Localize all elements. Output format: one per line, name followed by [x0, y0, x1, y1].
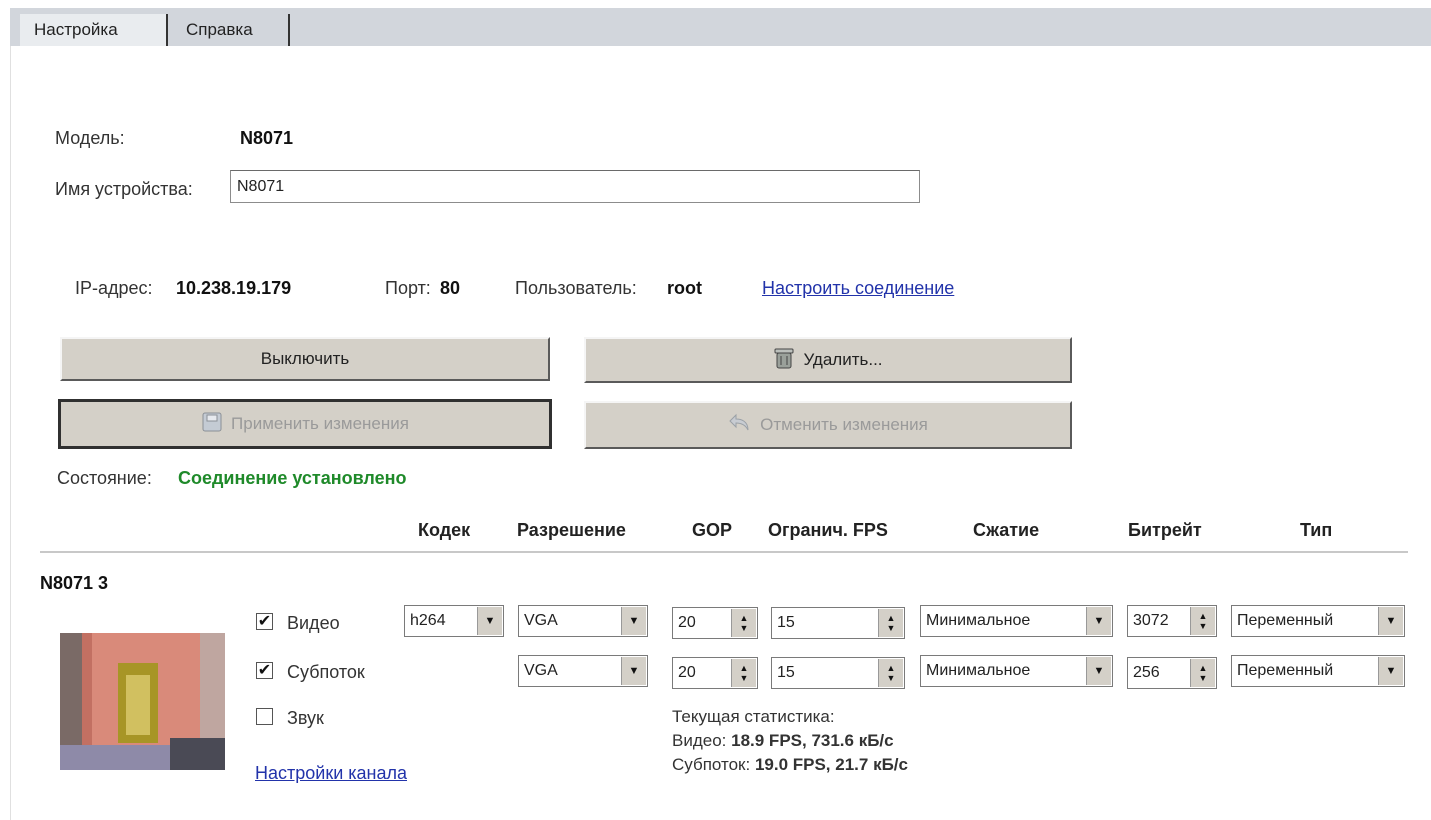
substream-resolution-select[interactable]: VGA ▼ — [518, 655, 648, 687]
model-value: N8071 — [240, 128, 294, 148]
substream-type-select[interactable]: Переменный ▼ — [1231, 655, 1405, 687]
dropdown-arrow-icon[interactable]: ▼ — [1086, 657, 1111, 685]
sound-label: Звук — [287, 708, 324, 728]
sound-checkbox[interactable] — [256, 708, 273, 725]
ip-value: 10.238.19.179 — [176, 278, 292, 298]
stats-substream-row: Субпоток: 19.0 FPS, 21.7 кБ/с — [672, 755, 908, 775]
substream-fps-value: 15 — [777, 664, 795, 681]
substream-bitrate-spinner[interactable]: 256 ▲ ▼ — [1127, 657, 1217, 689]
video-gop-spinner[interactable]: 20 ▲ ▼ — [672, 607, 758, 639]
substream-type-value: Переменный — [1237, 662, 1334, 679]
user-value: root — [667, 278, 702, 298]
column-bitrate: Битрейт — [1128, 520, 1202, 540]
column-resolution: Разрешение — [517, 520, 626, 540]
tab-strip: Настройка Справка — [10, 8, 1431, 46]
tab-settings[interactable]: Настройка — [20, 14, 168, 46]
video-compression-select[interactable]: Минимальное ▼ — [920, 605, 1113, 637]
dropdown-arrow-icon[interactable]: ▼ — [477, 607, 502, 635]
video-resolution-value: VGA — [524, 612, 558, 629]
spinner-arrows-icon[interactable]: ▲ ▼ — [731, 659, 756, 687]
dropdown-arrow-icon[interactable]: ▼ — [1378, 607, 1403, 635]
dropdown-arrow-icon[interactable]: ▼ — [621, 657, 646, 685]
video-checkbox[interactable]: ✔ — [256, 613, 273, 630]
stats-video-value: 18.9 FPS, 731.6 кБ/с — [731, 731, 894, 750]
substream-checkbox[interactable]: ✔ — [256, 662, 273, 679]
save-icon — [201, 411, 223, 438]
turn-off-button[interactable]: Выключить — [60, 337, 550, 381]
substream-resolution-value: VGA — [524, 662, 558, 679]
spinner-arrows-icon[interactable]: ▲ ▼ — [731, 609, 756, 637]
substream-gop-value: 20 — [678, 664, 696, 681]
user-label: Пользователь: — [515, 278, 637, 298]
dropdown-arrow-icon[interactable]: ▼ — [1378, 657, 1403, 685]
column-fps-limit: Огранич. FPS — [768, 520, 888, 540]
dropdown-arrow-icon[interactable]: ▼ — [621, 607, 646, 635]
video-fps-spinner[interactable]: 15 ▲ ▼ — [771, 607, 905, 639]
spinner-arrows-icon[interactable]: ▲ ▼ — [878, 609, 903, 637]
spinner-arrows-icon[interactable]: ▲ ▼ — [878, 659, 903, 687]
configure-connection-link[interactable]: Настроить соединение — [762, 278, 954, 299]
device-name-input[interactable] — [230, 170, 920, 203]
stats-substream-label: Субпоток: — [672, 755, 751, 774]
substream-label: Субпоток — [287, 662, 365, 682]
channel-settings-link[interactable]: Настройки канала — [255, 763, 407, 784]
port-label: Порт: — [385, 278, 431, 298]
undo-icon — [728, 412, 752, 439]
spinner-arrows-icon[interactable]: ▲ ▼ — [1190, 607, 1215, 635]
video-gop-value: 20 — [678, 614, 696, 631]
stats-video-row: Видео: 18.9 FPS, 731.6 кБ/с — [672, 731, 894, 751]
stats-video-label: Видео: — [672, 731, 727, 750]
turn-off-label: Выключить — [260, 349, 350, 368]
delete-label: Удалить... — [803, 350, 883, 369]
substream-gop-spinner[interactable]: 20 ▲ ▼ — [672, 657, 758, 689]
substream-fps-spinner[interactable]: 15 ▲ ▼ — [771, 657, 905, 689]
channel-title: N8071 3 — [40, 573, 109, 593]
model-label: Модель: — [55, 128, 125, 148]
trash-icon — [773, 346, 795, 375]
dropdown-arrow-icon[interactable]: ▼ — [1086, 607, 1111, 635]
video-codec-select[interactable]: h264 ▼ — [404, 605, 504, 637]
video-type-value: Переменный — [1237, 612, 1334, 629]
video-label: Видео — [287, 613, 340, 633]
video-bitrate-value: 3072 — [1133, 612, 1169, 629]
ip-label: IP-адрес: — [75, 278, 153, 298]
apply-changes-button[interactable]: Применить изменения — [58, 399, 552, 449]
video-bitrate-spinner[interactable]: 3072 ▲ ▼ — [1127, 605, 1217, 637]
video-type-select[interactable]: Переменный ▼ — [1231, 605, 1405, 637]
substream-compression-select[interactable]: Минимальное ▼ — [920, 655, 1113, 687]
video-resolution-select[interactable]: VGA ▼ — [518, 605, 648, 637]
column-type: Тип — [1300, 520, 1333, 540]
stats-substream-value: 19.0 FPS, 21.7 кБ/с — [754, 755, 908, 774]
column-compression: Сжатие — [973, 520, 1040, 540]
column-codec: Кодек — [418, 520, 471, 540]
camera-thumbnail — [60, 633, 225, 770]
device-name-label: Имя устройства: — [55, 179, 193, 199]
cancel-changes-label: Отменить изменения — [760, 415, 928, 434]
apply-changes-label: Применить изменения — [231, 414, 409, 433]
divider — [40, 551, 1408, 553]
stats-title: Текущая статистика: — [672, 707, 835, 726]
spinner-arrows-icon[interactable]: ▲ ▼ — [1190, 659, 1215, 687]
substream-compression-value: Минимальное — [926, 662, 1031, 679]
port-value: 80 — [440, 278, 461, 298]
cancel-changes-button[interactable]: Отменить изменения — [584, 401, 1072, 449]
delete-button[interactable]: Удалить... — [584, 337, 1072, 383]
column-gop: GOP — [692, 520, 733, 540]
status-label: Состояние: — [57, 468, 152, 488]
substream-bitrate-value: 256 — [1133, 664, 1160, 681]
status-value: Соединение установлено — [178, 468, 407, 488]
video-compression-value: Минимальное — [926, 612, 1031, 629]
tab-help[interactable]: Справка — [172, 14, 290, 46]
video-fps-value: 15 — [777, 614, 795, 631]
video-codec-value: h264 — [410, 612, 446, 629]
